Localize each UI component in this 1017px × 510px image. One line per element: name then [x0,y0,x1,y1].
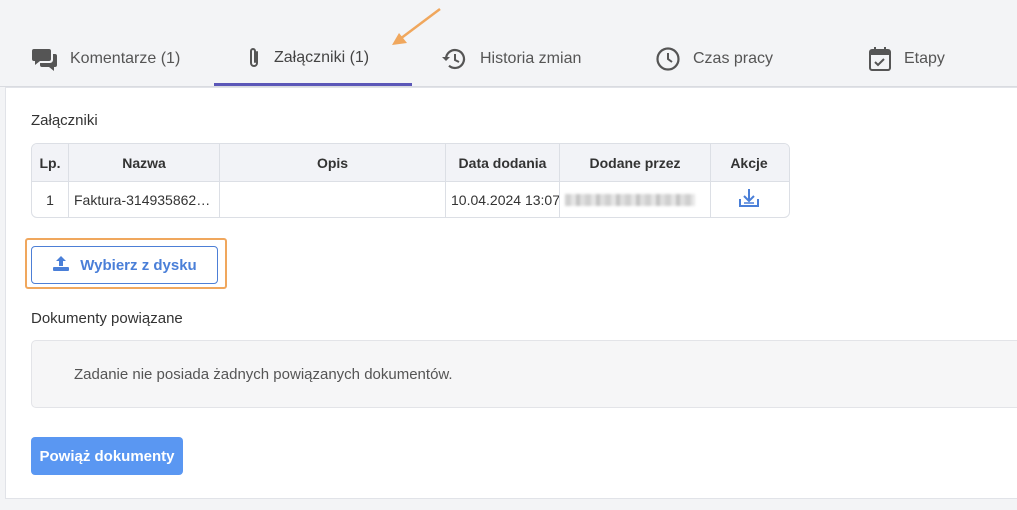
history-icon [442,47,468,71]
tab-label: Załączniki (1) [274,48,370,66]
empty-state-message: Zadanie nie posiada żadnych powiązanych … [31,340,1017,408]
column-header: Data dodania [446,144,560,181]
download-button[interactable] [711,182,787,217]
tab-label: Komentarze (1) [70,50,181,67]
upload-button-label: Wybierz z dysku [80,256,197,274]
column-header: Nazwa [69,144,220,181]
tab-label: Historia zmian [480,50,582,67]
column-header: Akcje [730,154,768,171]
row-number: 1 [32,182,69,217]
annotation-arrow-icon [392,8,441,45]
paperclip-icon [246,46,262,70]
tab-comments[interactable]: Komentarze (1) [22,38,190,86]
tab-history[interactable]: Historia zmian [432,38,591,86]
tab-bar: Komentarze (1) Załączniki (1) Historia z… [0,0,1017,87]
table-row: 1 Faktura-314935862… 10.04.2024 13:07 [32,182,789,217]
column-header: Lp. [32,144,69,181]
date-added: 10.04.2024 13:07 [446,182,560,217]
clock-icon [655,46,681,72]
column-header: Opis [220,144,446,181]
download-icon [738,188,760,211]
column-header: Dodane przez [560,144,711,181]
file-name[interactable]: Faktura-314935862… [69,182,220,217]
tab-work-time[interactable]: Czas pracy [645,38,783,86]
tab-label: Czas pracy [693,50,774,67]
calendar-check-icon [868,46,892,72]
redacted-name [565,193,695,206]
tab-attachments[interactable]: Załączniki (1) [214,38,412,86]
added-by [560,182,711,217]
comments-icon [32,47,58,71]
table-header: Lp. Nazwa Opis Data dodania Dodane przez… [32,144,789,182]
upload-from-disk-button[interactable]: Wybierz z dysku [31,246,218,284]
attachments-title: Załączniki [31,112,98,129]
related-documents-title: Dokumenty powiązane [31,310,183,327]
file-description [220,182,446,217]
link-documents-button[interactable]: Powiąż dokumenty [31,437,183,475]
attachments-panel: Załączniki Lp. Nazwa Opis Data dodania D… [5,87,1017,499]
tab-stages[interactable]: Etapy [858,38,955,86]
attachments-table: Lp. Nazwa Opis Data dodania Dodane przez… [31,143,790,218]
tab-label: Etapy [904,50,945,67]
upload-icon [52,254,70,276]
